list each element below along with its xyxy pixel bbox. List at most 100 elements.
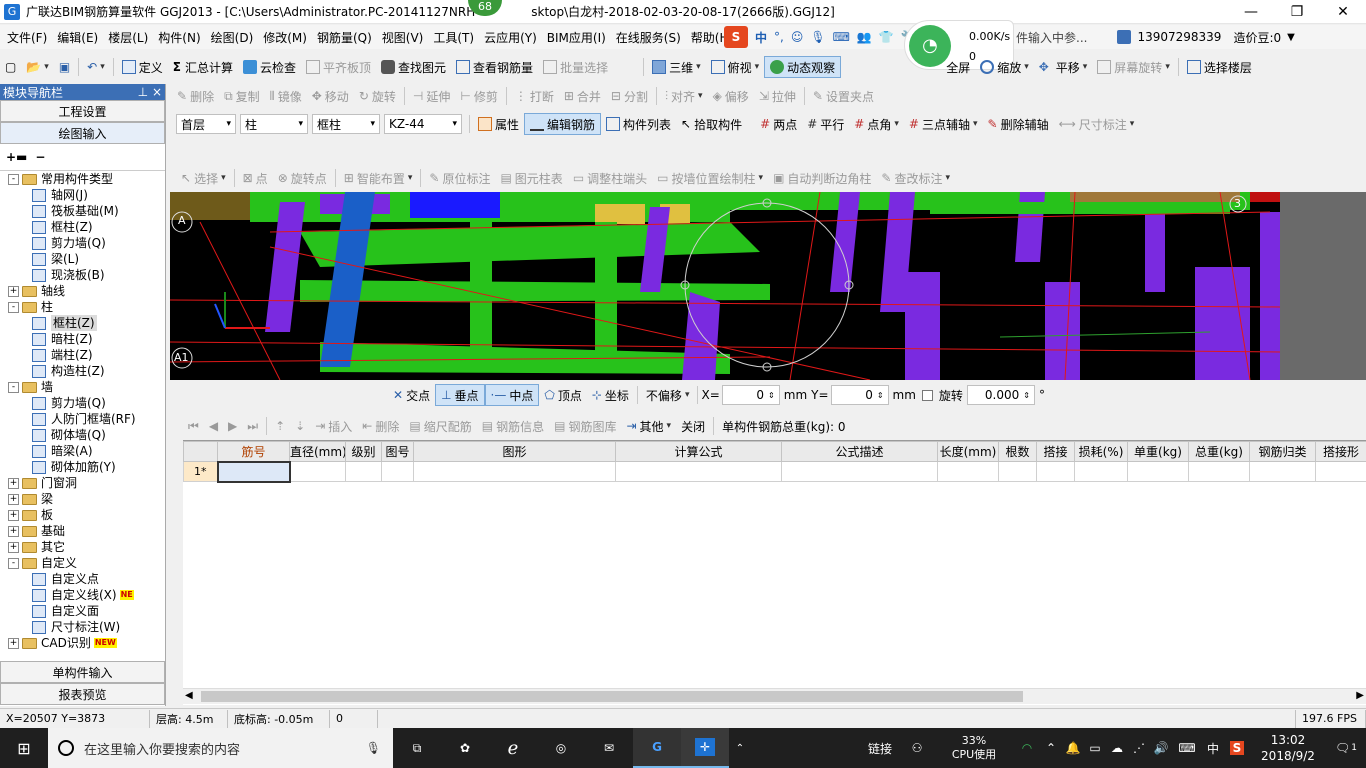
tree-folder[interactable]: + 门窗洞	[8, 475, 165, 491]
orbit-button[interactable]: 动态观察	[764, 56, 842, 78]
menu-floor[interactable]: 楼层(L)	[103, 29, 153, 46]
draw-by-wall-button[interactable]: ▭ 按墙位置绘制柱	[652, 167, 768, 189]
tree-folder[interactable]: - 自定义	[8, 555, 165, 571]
collapse-icon[interactable]: -	[8, 301, 19, 313]
sogou-tray-icon[interactable]: S	[1224, 728, 1250, 768]
tree-folder[interactable]: + 其它	[8, 539, 165, 555]
sogou-icon[interactable]: S	[724, 26, 748, 48]
col-bar-number[interactable]: 筋号	[217, 441, 290, 462]
menu-bim[interactable]: BIM应用(I)	[542, 29, 611, 46]
figure-no-cell[interactable]	[381, 461, 414, 482]
select-floor-button[interactable]: 选择楼层	[1182, 56, 1257, 78]
bar-number-cell[interactable]	[216, 460, 291, 483]
offset-select[interactable]: 不偏移	[641, 384, 695, 406]
col-figure-no[interactable]: 图号	[381, 441, 414, 462]
calculate-button[interactable]: Σ 汇总计算	[168, 56, 238, 78]
glodon-app-icon[interactable]: G	[633, 728, 681, 768]
people-icon[interactable]: ⚇	[900, 728, 934, 768]
rotate-button[interactable]: ↻ 旋转	[354, 85, 401, 107]
3d-view-button[interactable]: 三维	[647, 56, 706, 78]
break-button[interactable]: ⋮ 打断	[510, 85, 559, 107]
check-label-button[interactable]: ✎ 查改标注	[876, 167, 955, 189]
collapse-icon[interactable]: -	[8, 173, 19, 185]
tree-folder[interactable]: + CAD识别 NEW	[8, 635, 165, 651]
expand-icon[interactable]: +	[8, 509, 19, 521]
copy-button[interactable]: ⧉ 复制	[219, 85, 265, 107]
define-button[interactable]: 定义	[117, 56, 168, 78]
col-lap-type[interactable]: 搭接形	[1315, 441, 1366, 462]
ie-browser-icon[interactable]: ℯ	[489, 728, 537, 768]
pinwheel-app-icon[interactable]: ◎	[537, 728, 585, 768]
pin-icon[interactable]: ⊥	[138, 85, 148, 99]
save-icon[interactable]: ▣	[54, 56, 75, 78]
expand-icon[interactable]: +	[8, 493, 19, 505]
menu-cloud[interactable]: 云应用(Y)	[479, 29, 542, 46]
unit-weight-cell[interactable]	[1127, 461, 1189, 482]
set-grip-button[interactable]: ✎ 设置夹点	[808, 85, 879, 107]
shape-cell[interactable]	[413, 461, 616, 482]
undo-icon[interactable]: ↶	[82, 56, 110, 78]
skin-icon[interactable]: 👕	[879, 30, 894, 44]
category-cell[interactable]	[1249, 461, 1316, 482]
intersection-snap[interactable]: ✕ 交点	[388, 384, 435, 406]
expand-icon[interactable]: +	[8, 285, 19, 297]
tree-item[interactable]: 轴网(J)	[8, 187, 165, 203]
point-button[interactable]: ⊠ 点	[238, 167, 273, 189]
adjust-column-end-button[interactable]: ▭ 调整柱端头	[568, 167, 652, 189]
in-place-label-button[interactable]: ✎ 原位标注	[424, 167, 495, 189]
count-cell[interactable]	[998, 461, 1037, 482]
collapse-icon[interactable]: -	[8, 557, 19, 569]
col-total-weight[interactable]: 总重(kg)	[1188, 441, 1250, 462]
edit-rebar-button[interactable]: 编辑钢筋	[524, 113, 602, 135]
batch-select-button[interactable]: 批量选择	[538, 56, 613, 78]
cloud-check-button[interactable]: 云检查	[238, 56, 301, 78]
coordinate-snap[interactable]: ⊹ 坐标	[587, 384, 634, 406]
wifi-tray-icon[interactable]: ◠	[1014, 728, 1040, 768]
ime-tray[interactable]: 中	[1202, 728, 1224, 768]
expand-icon[interactable]: +	[8, 477, 19, 489]
row-header[interactable]: 1*	[183, 461, 218, 482]
tree-item[interactable]: 框柱(Z)	[8, 315, 165, 331]
close-button[interactable]: ✕	[1320, 0, 1366, 24]
scroll-right-icon[interactable]: ▶	[1356, 690, 1364, 701]
cost-label[interactable]: 造价豆:0	[1233, 29, 1281, 46]
length-cell[interactable]	[937, 461, 999, 482]
col-loss[interactable]: 损耗(%)	[1074, 441, 1128, 462]
align-button[interactable]: ⫶ 对齐	[660, 85, 708, 107]
clock[interactable]: 13:02 2018/9/2	[1250, 728, 1326, 768]
pick-component-button[interactable]: ↖ 拾取构件	[676, 113, 747, 135]
tree-folder[interactable]: - 常用构件类型	[8, 171, 165, 187]
move-button[interactable]: ✥ 移动	[307, 85, 354, 107]
rebar-info-button[interactable]: ▤ 钢筋信息	[477, 415, 549, 437]
single-component-input-button[interactable]: 单构件输入	[0, 661, 165, 683]
mic-icon[interactable]: 🎙	[810, 30, 825, 44]
tree-item[interactable]: 剪力墙(Q)	[8, 235, 165, 251]
tree-item[interactable]: 砌体墙(Q)	[8, 427, 165, 443]
tree-item[interactable]: 自定义面	[8, 603, 165, 619]
column-table-button[interactable]: ▤ 图元柱表	[495, 167, 567, 189]
scale-rebar-button[interactable]: ▤ 缩尺配筋	[404, 415, 476, 437]
mail-icon[interactable]: ✉	[585, 728, 633, 768]
formula-cell[interactable]	[615, 461, 782, 482]
ime-mode[interactable]: 中	[755, 29, 767, 46]
y-offset-input[interactable]: 0 ⇕	[830, 385, 889, 405]
3d-viewport[interactable]: A1 A 3	[170, 192, 1366, 380]
col-grade[interactable]: 级别	[345, 441, 382, 462]
new-icon[interactable]: ▢	[0, 56, 21, 78]
user-icon[interactable]: 👥	[857, 30, 872, 44]
top-view-button[interactable]: 俯视	[706, 56, 765, 78]
first-record-icon[interactable]: ⏮	[183, 415, 204, 437]
punctuation-icon[interactable]: °,	[774, 30, 784, 44]
network-tray-icon[interactable]: ⋰	[1128, 728, 1150, 768]
parallel-button[interactable]: # 平行	[802, 113, 849, 135]
keyboard-tray-icon[interactable]: ⌨	[1172, 728, 1202, 768]
tree-folder[interactable]: + 梁	[8, 491, 165, 507]
zoom-button[interactable]: 缩放	[975, 56, 1034, 78]
menu-view[interactable]: 视图(V)	[377, 29, 429, 46]
delete-row-button[interactable]: ⇤ 删除	[357, 415, 404, 437]
close-icon[interactable]: ×	[152, 85, 162, 99]
move-down-icon[interactable]: ⇣	[290, 415, 310, 437]
lap-cell[interactable]	[1036, 461, 1075, 482]
x-offset-input[interactable]: 0 ⇕	[721, 385, 780, 405]
trim-button[interactable]: ⊢ 修剪	[455, 85, 502, 107]
